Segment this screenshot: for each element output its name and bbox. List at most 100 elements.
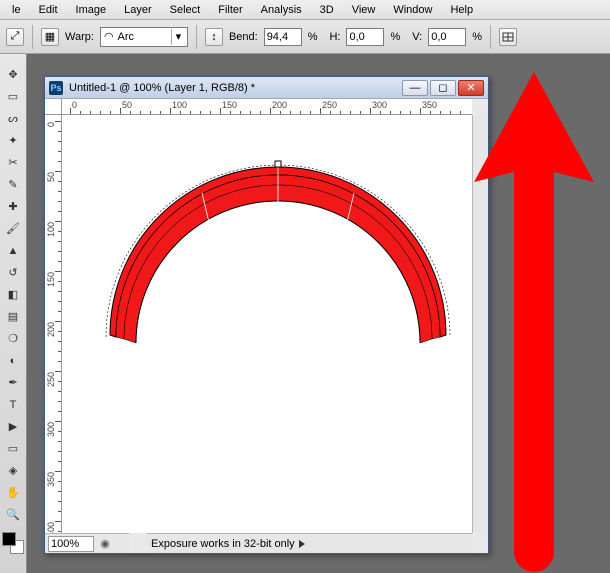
ruler-tick-label: 0	[72, 100, 77, 110]
toolbox: ✥ ▭ ᔕ ✦ ✂ ✎ ✚ 🖌 ▲ ↺ ◧ ▤ ❍ ◐ ✒ T ▶ ▭ ◈ ✋ …	[0, 54, 27, 573]
document-title: Untitled-1 @ 100% (Layer 1, RGB/8) *	[69, 82, 396, 94]
tool-shape[interactable]: ▭	[2, 438, 25, 459]
ruler-tick-label: 150	[46, 272, 56, 287]
foreground-color-swatch[interactable]	[2, 532, 16, 546]
menu-image[interactable]: Image	[68, 2, 115, 18]
pct-label: %	[308, 31, 318, 43]
tool-quick-select[interactable]: ✦	[2, 130, 25, 151]
tool-pen[interactable]: ✒	[2, 372, 25, 393]
warp-style-select[interactable]: ◠ Arc ▾	[100, 27, 188, 47]
ruler-tick-label: 200	[272, 100, 287, 110]
menu-bar: le Edit Image Layer Select Filter Analys…	[0, 0, 610, 20]
status-message: Exposure works in 32-bit only	[151, 538, 295, 550]
bend-label: Bend:	[229, 31, 258, 43]
tool-blur[interactable]: ❍	[2, 328, 25, 349]
close-icon: ✕	[466, 81, 475, 94]
warp-label: Warp:	[65, 31, 94, 43]
ruler-tick-label: 350	[46, 472, 56, 487]
tool-3d[interactable]: ◈	[2, 460, 25, 481]
canvas-content	[62, 115, 472, 533]
bend-input[interactable]	[264, 28, 302, 46]
tool-eyedropper[interactable]: ✎	[2, 174, 25, 195]
h-label: H:	[329, 31, 340, 43]
menu-window[interactable]: Window	[385, 2, 440, 18]
ruler-tick-label: 100	[46, 222, 56, 237]
ruler-tick-label: 200	[46, 322, 56, 337]
photoshop-icon: Ps	[49, 81, 63, 95]
ruler-tick-label: 250	[46, 372, 56, 387]
tool-lasso[interactable]: ᔕ	[2, 108, 25, 129]
grid-icon: ▦	[45, 30, 55, 43]
minimize-button[interactable]: —	[402, 80, 428, 96]
ruler-vertical[interactable]: 050100150200250300350400	[45, 115, 62, 533]
tool-zoom[interactable]: 🔍	[2, 504, 25, 525]
tool-stamp[interactable]: ▲	[2, 240, 25, 261]
pct-label: %	[472, 31, 482, 43]
orientation-icon: ↕	[211, 31, 217, 43]
tool-hand[interactable]: ✋	[2, 482, 25, 503]
warp-grid-icon[interactable]: ▦	[41, 28, 59, 46]
ruler-tick-label: 0	[46, 122, 56, 127]
h-distort-input[interactable]	[346, 28, 384, 46]
ruler-origin[interactable]	[45, 99, 62, 115]
status-bar: ◉	[45, 533, 129, 553]
chevron-down-icon: ▾	[171, 29, 185, 45]
arc-icon: ◠	[104, 30, 114, 43]
maximize-icon: ◻	[438, 81, 447, 94]
scrollbar-vertical[interactable]	[472, 115, 488, 533]
warped-shape[interactable]	[106, 161, 450, 343]
options-bar: ⤢ ▦ Warp: ◠ Arc ▾ ↕ Bend: % H: % V: %	[0, 20, 610, 54]
tool-path-select[interactable]: ▶	[2, 416, 25, 437]
ruler-tick-label: 150	[222, 100, 237, 110]
tool-healing[interactable]: ✚	[2, 196, 25, 217]
warp-switch-icon	[501, 30, 515, 44]
warp-orientation-toggle[interactable]: ↕	[205, 28, 223, 46]
v-distort-input[interactable]	[428, 28, 466, 46]
canvas[interactable]	[62, 115, 472, 533]
separator	[196, 25, 197, 49]
ruler-tick-label: 50	[46, 172, 56, 182]
maximize-button[interactable]: ◻	[430, 80, 456, 96]
menu-select[interactable]: Select	[162, 2, 209, 18]
ruler-tick-label: 300	[372, 100, 387, 110]
tool-dodge[interactable]: ◐	[2, 350, 25, 371]
zoom-field[interactable]	[48, 536, 94, 552]
ruler-tick-label: 250	[322, 100, 337, 110]
tool-move[interactable]: ✥	[2, 64, 25, 85]
tool-type[interactable]: T	[2, 394, 25, 415]
switch-warp-freeform-button[interactable]	[499, 28, 517, 46]
menu-3d[interactable]: 3D	[312, 2, 342, 18]
menu-analysis[interactable]: Analysis	[253, 2, 310, 18]
ruler-horizontal[interactable]: 0 50 100 150 200 250 300 350	[62, 99, 472, 115]
tool-eraser[interactable]: ◧	[2, 284, 25, 305]
menu-help[interactable]: Help	[442, 2, 481, 18]
minimize-icon: —	[410, 82, 421, 94]
ruler-tick-label: 50	[122, 100, 132, 110]
current-tool-icon[interactable]: ⤢	[6, 28, 24, 46]
menu-filter[interactable]: Filter	[210, 2, 250, 18]
v-label: V:	[412, 31, 422, 43]
close-button[interactable]: ✕	[458, 80, 484, 96]
document-titlebar[interactable]: Ps Untitled-1 @ 100% (Layer 1, RGB/8) * …	[45, 77, 488, 99]
menu-file[interactable]: le	[4, 2, 29, 18]
tool-crop[interactable]: ✂	[2, 152, 25, 173]
document-window: Ps Untitled-1 @ 100% (Layer 1, RGB/8) * …	[44, 76, 489, 554]
tool-brush[interactable]: 🖌	[2, 218, 25, 239]
tool-gradient[interactable]: ▤	[2, 306, 25, 327]
menu-edit[interactable]: Edit	[31, 2, 66, 18]
warp-style-value: Arc	[118, 31, 135, 43]
tool-marquee[interactable]: ▭	[2, 86, 25, 107]
ruler-tick-label: 100	[172, 100, 187, 110]
tool-history-brush[interactable]: ↺	[2, 262, 25, 283]
color-swatches[interactable]	[2, 532, 24, 554]
ruler-tick-label: 300	[46, 422, 56, 437]
separator	[32, 25, 33, 49]
workspace: Ps Untitled-1 @ 100% (Layer 1, RGB/8) * …	[27, 54, 610, 573]
menu-layer[interactable]: Layer	[116, 2, 160, 18]
status-message-area[interactable]: Exposure works in 32-bit only	[147, 533, 472, 553]
separator	[490, 25, 491, 49]
status-icon[interactable]: ◉	[97, 537, 113, 550]
pct-label: %	[390, 31, 400, 43]
menu-view[interactable]: View	[344, 2, 384, 18]
ruler-tick-label: 350	[422, 100, 437, 110]
